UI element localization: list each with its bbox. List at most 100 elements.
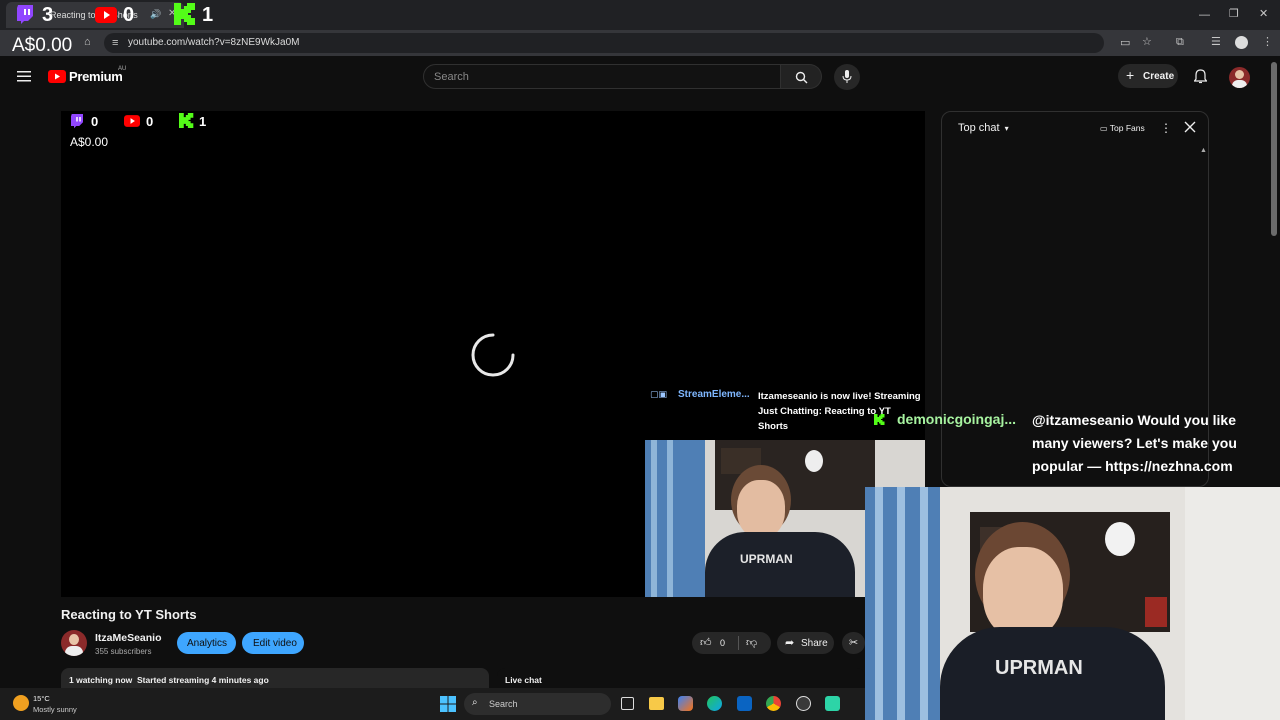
kick-chat-user-icon: [874, 414, 885, 425]
loading-spinner-icon: [471, 333, 515, 377]
voice-search-button[interactable]: [834, 64, 860, 90]
kick-viewer-count: 1: [199, 114, 207, 129]
analytics-button[interactable]: Analytics: [177, 632, 236, 654]
copilot-icon[interactable]: [678, 696, 693, 711]
youtube-viewer-count: 0: [146, 114, 154, 129]
weather-description: Mostly sunny: [33, 705, 77, 714]
youtube-premium-logo[interactable]: Premium AU: [48, 66, 148, 89]
chevron-down-icon: ▾: [1004, 124, 1009, 133]
taskbar-search[interactable]: ⌕ Search: [464, 693, 611, 715]
share-icon: ➦: [785, 637, 795, 649]
create-button[interactable]: + Create: [1118, 64, 1178, 88]
cast-icon[interactable]: ▭: [1120, 37, 1130, 49]
url-text: youtube.com/watch?v=8zNE9WkJa0M: [128, 37, 300, 48]
stream-status-text: 1 watching now Started streaming 4 minut…: [69, 675, 269, 685]
logo-region: AU: [118, 66, 127, 72]
site-info-icon[interactable]: ≡: [112, 37, 118, 49]
top-fans-label: Top Fans: [1109, 123, 1145, 133]
browser-menu-icon[interactable]: ⋮: [1262, 36, 1273, 48]
taskbar-search-label: Search: [489, 699, 518, 709]
donation-amount-overlay: A$0.00: [70, 135, 109, 149]
streamelements-name: StreamEleme...: [678, 389, 750, 400]
microphone-icon: [842, 70, 852, 83]
video-title: Reacting to YT Shorts: [61, 607, 197, 622]
account-avatar[interactable]: [1229, 67, 1250, 88]
search-input[interactable]: Search: [423, 64, 781, 89]
analytics-label: Analytics: [187, 638, 228, 649]
youtube-logo-icon: [95, 7, 117, 23]
channel-name[interactable]: ItzaMeSeanio: [95, 632, 162, 644]
donation-amount-overlay: A$0.00: [12, 35, 73, 56]
twitch-logo-icon: [16, 5, 34, 25]
weather-temperature: 15°C: [33, 694, 50, 703]
extensions-icon[interactable]: ⧉: [1176, 36, 1184, 48]
chat-mode-label: Top chat: [958, 122, 1000, 134]
channel-avatar[interactable]: [61, 630, 87, 656]
like-button[interactable]: 👍︎ 0: [698, 636, 736, 650]
scissors-icon: ✂: [849, 637, 859, 649]
twitch-viewer-count: 3: [42, 4, 54, 26]
create-label: Create: [1143, 71, 1175, 82]
page-scrollbar[interactable]: [1271, 62, 1277, 236]
notifications-bell-icon[interactable]: [1194, 69, 1207, 84]
address-field[interactable]: ≡ youtube.com/watch?v=8zNE9WkJa0M: [104, 33, 1104, 53]
live-chat-tab[interactable]: Live chat: [497, 668, 865, 688]
thumbs-up-icon: 👍︎: [700, 637, 712, 649]
like-dislike-group: 👍︎ 0 👎︎: [692, 632, 771, 654]
chat-mode-dropdown[interactable]: Top chat ▾: [958, 122, 1009, 134]
like-count: 0: [720, 638, 726, 648]
clip-button[interactable]: ✂: [842, 632, 865, 654]
search-icon: [795, 71, 808, 84]
top-fans-icon: ▭: [1100, 124, 1108, 133]
kick-logo-icon: [174, 3, 196, 25]
streamelements-icon: ▢▣: [650, 389, 668, 399]
share-button[interactable]: ➦ Share: [777, 632, 834, 654]
home-icon[interactable]: ⌂: [84, 36, 91, 48]
dislike-button[interactable]: 👎︎: [744, 636, 764, 650]
chat-close-icon[interactable]: [1184, 121, 1196, 133]
reading-list-icon[interactable]: ☰: [1211, 36, 1221, 48]
edge-icon[interactable]: [707, 696, 722, 711]
taskbar-search-icon: ⌕: [472, 697, 478, 708]
top-fans-button[interactable]: ▭ Top Fans: [1100, 123, 1145, 133]
share-label: Share: [801, 638, 828, 649]
edit-video-label: Edit video: [253, 638, 297, 649]
window-close-icon[interactable]: ✕: [1259, 8, 1268, 20]
streamelements-alert: ▢▣ StreamEleme... Itzameseanio is now li…: [648, 386, 928, 436]
stream-status-bar: 1 watching now Started streaming 4 minut…: [61, 668, 489, 688]
kick-logo-icon: [179, 113, 194, 128]
subscriber-count: 355 subscribers: [95, 647, 152, 656]
chrome-icon[interactable]: [766, 696, 781, 711]
video-player[interactable]: 0 0 1 A$0.00 ▢▣ StreamEleme... Itzamesea…: [61, 111, 925, 597]
live-chat-label: Live chat: [505, 675, 542, 685]
search-button[interactable]: [781, 64, 822, 89]
minimize-icon[interactable]: —: [1199, 9, 1210, 21]
outlook-icon[interactable]: [737, 696, 752, 711]
hamburger-menu-icon[interactable]: [17, 70, 31, 82]
chat-overlay-message: @itzameseanio Would you like many viewer…: [1032, 412, 1237, 474]
browser-address-bar: A$0.00 ⌂ ≡ youtube.com/watch?v=8zNE9WkJa…: [0, 30, 1280, 56]
edit-video-button[interactable]: Edit video: [242, 632, 304, 654]
restore-icon[interactable]: ❐: [1229, 8, 1239, 20]
task-view-icon[interactable]: [621, 697, 634, 710]
search-placeholder: Search: [434, 71, 469, 83]
chat-more-options-icon[interactable]: ⋮: [1160, 121, 1172, 135]
bookmark-star-icon[interactable]: ☆: [1142, 36, 1152, 48]
app-icon[interactable]: [825, 696, 840, 711]
twitch-viewer-count: 0: [91, 114, 99, 129]
youtube-logo-icon: [124, 115, 140, 127]
chat-overlay-username: demonicgoingaj...: [897, 411, 1017, 427]
chat-scroll-up-icon[interactable]: ▲: [1200, 147, 1207, 154]
youtube-header: Premium AU Search + Create: [0, 56, 1280, 100]
tab-audio-icon: 🔊: [150, 9, 162, 19]
file-explorer-icon[interactable]: [649, 697, 664, 710]
webcam-feed-large: UPRMAN: [865, 487, 1280, 720]
obs-icon[interactable]: [796, 696, 811, 711]
profile-icon[interactable]: [1235, 36, 1248, 49]
kick-viewer-count: 1: [202, 4, 214, 26]
twitch-logo-icon: [70, 114, 84, 129]
plus-icon: +: [1126, 67, 1135, 83]
start-button-icon[interactable]: [440, 696, 456, 712]
windows-taskbar: 15°C Mostly sunny ⌕ Search: [0, 688, 865, 720]
youtube-viewer-count: 0: [123, 4, 135, 26]
